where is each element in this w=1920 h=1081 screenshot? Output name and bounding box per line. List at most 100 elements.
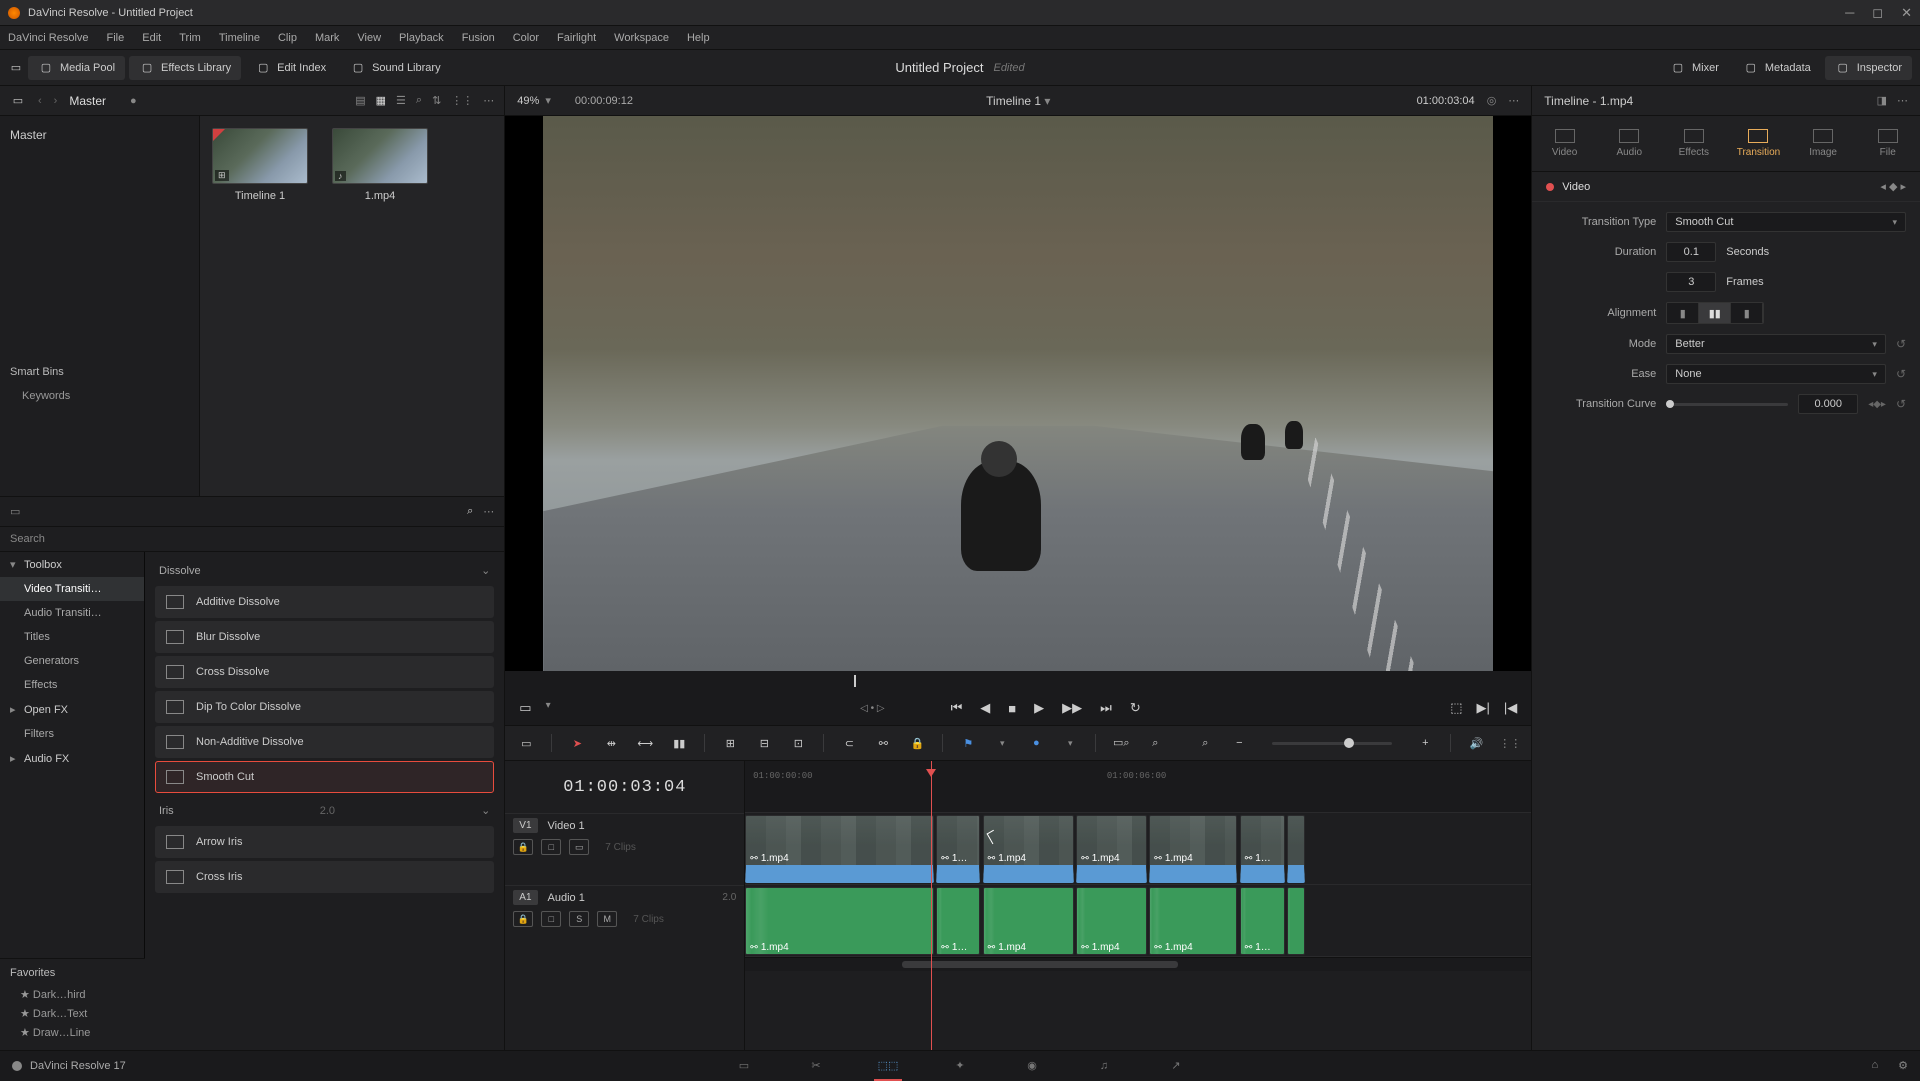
fairlight-page[interactable]: ♫ bbox=[1094, 1057, 1114, 1075]
fx-group-header[interactable]: Iris2.0⌄ bbox=[153, 796, 496, 823]
track-control[interactable]: M bbox=[597, 911, 617, 927]
snap-tool[interactable]: ⊂ bbox=[840, 734, 858, 752]
audio-clip[interactable]: ⚯1.mp4 bbox=[745, 887, 934, 955]
trim-tool[interactable]: ⇹ bbox=[602, 734, 620, 752]
playhead[interactable] bbox=[931, 761, 932, 1050]
inspector-tab-transition[interactable]: Transition bbox=[1726, 116, 1791, 171]
filter-icon[interactable]: ⋮⋮ bbox=[451, 94, 473, 107]
marker-tool[interactable]: ● bbox=[1027, 734, 1045, 752]
menu-trim[interactable]: Trim bbox=[179, 32, 201, 44]
video-clip[interactable]: ⚯1.mp4 bbox=[745, 815, 934, 883]
inspector-expand-icon[interactable]: ◨ bbox=[1877, 94, 1887, 107]
menu-edit[interactable]: Edit bbox=[142, 32, 161, 44]
viewer-mode-icon[interactable]: ▭ bbox=[519, 700, 531, 716]
fx-category[interactable]: ▸Audio FX bbox=[0, 746, 144, 771]
fx-search-icon[interactable]: ⌕ bbox=[467, 505, 473, 518]
layout-icon[interactable]: ▭ bbox=[10, 93, 26, 109]
project-settings-button[interactable]: ⚙ bbox=[1898, 1059, 1908, 1072]
metadata-toggle[interactable]: ▢Metadata bbox=[1733, 56, 1821, 80]
strip-view-icon[interactable]: ☰ bbox=[396, 94, 406, 107]
viewer-scrubber[interactable] bbox=[505, 671, 1531, 691]
fx-category[interactable]: Generators bbox=[0, 649, 144, 673]
zoom-chevron-icon[interactable]: ▾ bbox=[545, 94, 551, 107]
duration-seconds-input[interactable]: 0.1 bbox=[1666, 242, 1716, 262]
audio-monitor-icon[interactable]: 🔊 bbox=[1467, 734, 1485, 752]
deliver-page[interactable]: ↗ bbox=[1166, 1057, 1186, 1075]
insert-clip-tool[interactable]: ⊞ bbox=[721, 734, 739, 752]
fx-item[interactable]: Non-Additive Dissolve bbox=[155, 726, 494, 758]
favorite-item[interactable]: ★ Draw…Line bbox=[10, 1023, 135, 1042]
menu-help[interactable]: Help bbox=[687, 32, 710, 44]
fx-item[interactable]: Additive Dissolve bbox=[155, 586, 494, 618]
maximize-button[interactable]: ◻ bbox=[1872, 5, 1883, 21]
menu-fairlight[interactable]: Fairlight bbox=[557, 32, 596, 44]
home-button[interactable]: ⌂ bbox=[1871, 1059, 1878, 1072]
zoom-in-icon[interactable]: + bbox=[1416, 734, 1434, 752]
timeline-view-icon[interactable]: ▭ bbox=[517, 734, 535, 752]
menu-fusion[interactable]: Fusion bbox=[462, 32, 495, 44]
timeline-timecode[interactable]: 01:00:03:04 bbox=[505, 761, 744, 813]
nav-fwd-button[interactable]: › bbox=[54, 95, 58, 107]
curve-value-input[interactable]: 0.000 bbox=[1798, 394, 1858, 414]
sort-icon[interactable]: ⇅ bbox=[432, 94, 441, 107]
audio-clip[interactable]: ⚯1.mp4 bbox=[1076, 887, 1147, 955]
marker-chevron-icon[interactable]: ▾ bbox=[1061, 734, 1079, 752]
color-page[interactable]: ◉ bbox=[1022, 1057, 1042, 1075]
fx-item[interactable]: Smooth Cut bbox=[155, 761, 494, 793]
reset-button[interactable]: ↺ bbox=[1896, 367, 1906, 381]
fx-item[interactable]: Cross Iris bbox=[155, 861, 494, 893]
viewer-more-icon[interactable]: ⋯ bbox=[1508, 94, 1519, 107]
audio-clip[interactable] bbox=[1287, 887, 1305, 955]
track-header[interactable]: V1Video 1🔒□▭7 Clips bbox=[505, 813, 744, 885]
stop-button[interactable]: ■ bbox=[1008, 701, 1016, 716]
inspector-more-icon[interactable]: ⋯ bbox=[1897, 94, 1908, 107]
inspector-tab-effects[interactable]: Effects bbox=[1662, 116, 1727, 171]
audio-clip[interactable]: ⚯1… bbox=[1240, 887, 1286, 955]
fusion-page[interactable]: ✦ bbox=[950, 1057, 970, 1075]
ease-select[interactable]: None▾ bbox=[1666, 364, 1886, 384]
prev-keyframe-icon[interactable]: ◂ ◆ ▸ bbox=[1880, 180, 1906, 193]
curve-slider[interactable] bbox=[1666, 403, 1788, 406]
close-button[interactable]: ✕ bbox=[1901, 5, 1912, 21]
reset-button[interactable]: ↺ bbox=[1896, 397, 1906, 411]
loop-button[interactable]: ↻ bbox=[1130, 700, 1141, 716]
minimize-button[interactable]: ─ bbox=[1845, 5, 1854, 21]
video-clip[interactable]: ⚯1… bbox=[1240, 815, 1286, 883]
more-icon[interactable]: ⋯ bbox=[483, 94, 494, 107]
menu-file[interactable]: File bbox=[107, 32, 125, 44]
fx-category[interactable]: ▾Toolbox bbox=[0, 552, 144, 577]
pool-breadcrumb[interactable]: Master bbox=[69, 94, 106, 108]
menu-davinciresolve[interactable]: DaVinci Resolve bbox=[8, 32, 89, 44]
find-icon[interactable]: ⌕ bbox=[1146, 734, 1164, 752]
overwrite-clip-tool[interactable]: ⊟ bbox=[755, 734, 773, 752]
track-control[interactable]: 🔒 bbox=[513, 911, 533, 927]
favorite-item[interactable]: ★ Dark…hird bbox=[10, 985, 135, 1004]
track-tag[interactable]: A1 bbox=[513, 890, 537, 905]
effects-library-toggle[interactable]: ▢Effects Library bbox=[129, 56, 241, 80]
fx-search-input[interactable]: Search bbox=[0, 527, 504, 552]
duration-frames-input[interactable]: 3 bbox=[1666, 272, 1716, 292]
menu-workspace[interactable]: Workspace bbox=[614, 32, 669, 44]
timeline-scrollbar[interactable] bbox=[745, 957, 1531, 971]
video-clip[interactable] bbox=[1287, 815, 1305, 883]
nav-back-button[interactable]: ‹ bbox=[38, 95, 42, 107]
cut-page[interactable]: ✂ bbox=[806, 1057, 826, 1075]
inspector-tab-image[interactable]: Image bbox=[1791, 116, 1856, 171]
blade-tool[interactable]: ▮▮ bbox=[670, 734, 688, 752]
fx-category[interactable]: Filters bbox=[0, 722, 144, 746]
keyframe-nav[interactable]: ◂◆▸ bbox=[1868, 399, 1886, 410]
fx-category[interactable]: Titles bbox=[0, 625, 144, 649]
mixer-toggle[interactable]: ▢Mixer bbox=[1660, 56, 1729, 80]
fx-category[interactable]: Video Transiti… bbox=[0, 577, 144, 601]
audio-clip[interactable]: ⚯1… bbox=[936, 887, 980, 955]
menu-playback[interactable]: Playback bbox=[399, 32, 444, 44]
zoom-to-fit-icon[interactable]: ⌕ bbox=[1196, 734, 1214, 752]
lock-tool[interactable]: 🔒 bbox=[908, 734, 926, 752]
media-pool-toggle[interactable]: ▢Media Pool bbox=[28, 56, 125, 80]
fx-item[interactable]: Cross Dissolve bbox=[155, 656, 494, 688]
alignment-segmented[interactable]: ▮ ▮▮ ▮ bbox=[1666, 302, 1764, 324]
mode-select[interactable]: Better▾ bbox=[1666, 334, 1886, 354]
video-clip[interactable]: ⚯1.mp4 bbox=[1076, 815, 1147, 883]
track-control[interactable]: S bbox=[569, 911, 589, 927]
prev-frame-button[interactable]: ◀ bbox=[980, 700, 990, 716]
